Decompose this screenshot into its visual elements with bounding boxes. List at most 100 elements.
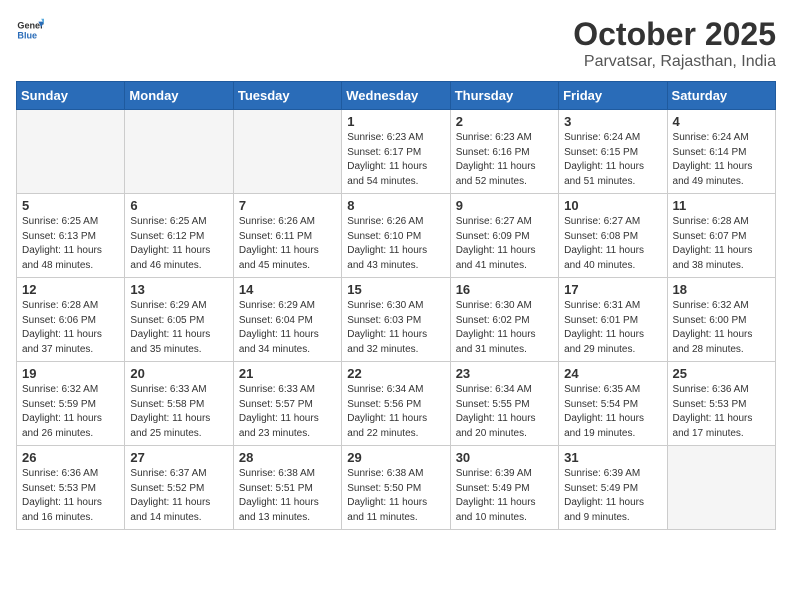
day-info: Sunrise: 6:24 AM Sunset: 6:14 PM Dayligh…	[673, 131, 770, 189]
day-number: 24	[564, 366, 661, 381]
header-tuesday: Tuesday	[233, 82, 341, 110]
calendar-week-row: 5Sunrise: 6:25 AM Sunset: 6:13 PM Daylig…	[17, 194, 776, 278]
day-info: Sunrise: 6:31 AM Sunset: 6:01 PM Dayligh…	[564, 299, 661, 357]
day-info: Sunrise: 6:30 AM Sunset: 6:03 PM Dayligh…	[347, 299, 444, 357]
day-number: 18	[673, 282, 770, 297]
table-row: 5Sunrise: 6:25 AM Sunset: 6:13 PM Daylig…	[17, 194, 125, 278]
day-info: Sunrise: 6:36 AM Sunset: 5:53 PM Dayligh…	[22, 467, 119, 525]
day-info: Sunrise: 6:38 AM Sunset: 5:50 PM Dayligh…	[347, 467, 444, 525]
table-row	[125, 110, 233, 194]
calendar-title: October 2025	[573, 16, 776, 53]
table-row: 21 Sunrise: 6:33 AM Sunset: 5:57 PM Dayli…	[233, 362, 341, 446]
page-header: General Blue October 2025 Parvatsar, Raj…	[16, 16, 776, 71]
table-row: 28 Sunrise: 6:38 AM Sunset: 5:51 PM Dayli…	[233, 446, 341, 530]
table-row: 18 Sunrise: 6:32 AM Sunset: 6:00 PM Dayli…	[667, 278, 775, 362]
table-row: 3 Sunrise: 6:24 AM Sunset: 6:15 PM Daylig…	[559, 110, 667, 194]
table-row: 11 Sunrise: 6:28 AM Sunset: 6:07 PM Dayli…	[667, 194, 775, 278]
day-info: Sunrise: 6:27 AM Sunset: 6:09 PM Dayligh…	[456, 215, 553, 273]
day-info: Sunrise: 6:23 AM Sunset: 6:17 PM Dayligh…	[347, 131, 444, 189]
day-number: 23	[456, 366, 553, 381]
day-info: Sunrise: 6:26 AM Sunset: 6:11 PM Dayligh…	[239, 215, 336, 273]
title-area: October 2025 Parvatsar, Rajasthan, India	[573, 16, 776, 71]
day-number: 7	[239, 198, 336, 213]
day-number: 4	[673, 114, 770, 129]
day-number: 17	[564, 282, 661, 297]
table-row	[17, 110, 125, 194]
day-number: 1	[347, 114, 444, 129]
table-row: 27 Sunrise: 6:37 AM Sunset: 5:52 PM Dayli…	[125, 446, 233, 530]
day-number: 25	[673, 366, 770, 381]
day-number: 2	[456, 114, 553, 129]
table-row: 8Sunrise: 6:26 AM Sunset: 6:10 PM Daylig…	[342, 194, 450, 278]
day-info: Sunrise: 6:35 AM Sunset: 5:54 PM Dayligh…	[564, 383, 661, 441]
day-number: 14	[239, 282, 336, 297]
day-info: Sunrise: 6:29 AM Sunset: 6:05 PM Dayligh…	[130, 299, 227, 357]
day-number: 3	[564, 114, 661, 129]
table-row	[667, 446, 775, 530]
day-number: 22	[347, 366, 444, 381]
header-saturday: Saturday	[667, 82, 775, 110]
day-info: Sunrise: 6:32 AM Sunset: 6:00 PM Dayligh…	[673, 299, 770, 357]
day-number: 26	[22, 450, 119, 465]
table-row: 2Sunrise: 6:23 AM Sunset: 6:16 PM Daylig…	[450, 110, 558, 194]
table-row: 1 Sunrise: 6:23 AM Sunset: 6:17 PM Daylig…	[342, 110, 450, 194]
day-info: Sunrise: 6:34 AM Sunset: 5:55 PM Dayligh…	[456, 383, 553, 441]
calendar-subtitle: Parvatsar, Rajasthan, India	[573, 53, 776, 71]
svg-text:Blue: Blue	[17, 30, 37, 40]
header-monday: Monday	[125, 82, 233, 110]
table-row: 9 Sunrise: 6:27 AM Sunset: 6:09 PM Daylig…	[450, 194, 558, 278]
table-row: 29 Sunrise: 6:38 AM Sunset: 5:50 PM Dayli…	[342, 446, 450, 530]
day-info: Sunrise: 6:27 AM Sunset: 6:08 PM Dayligh…	[564, 215, 661, 273]
day-info: Sunrise: 6:34 AM Sunset: 5:56 PM Dayligh…	[347, 383, 444, 441]
header-friday: Friday	[559, 82, 667, 110]
logo: General Blue	[16, 16, 44, 44]
day-info: Sunrise: 6:33 AM Sunset: 5:58 PM Dayligh…	[130, 383, 227, 441]
day-number: 16	[456, 282, 553, 297]
weekday-header-row: Sunday Monday Tuesday Wednesday Thursday…	[17, 82, 776, 110]
table-row: 31 Sunrise: 6:39 AM Sunset: 5:49 PM Dayli…	[559, 446, 667, 530]
day-info: Sunrise: 6:38 AM Sunset: 5:51 PM Dayligh…	[239, 467, 336, 525]
day-info: Sunrise: 6:25 AM Sunset: 6:13 PM Dayligh…	[22, 215, 119, 273]
day-number: 31	[564, 450, 661, 465]
day-number: 13	[130, 282, 227, 297]
calendar-table: Sunday Monday Tuesday Wednesday Thursday…	[16, 81, 776, 530]
day-number: 8	[347, 198, 444, 213]
table-row: 10 Sunrise: 6:27 AM Sunset: 6:08 PM Dayli…	[559, 194, 667, 278]
day-number: 9	[456, 198, 553, 213]
day-number: 28	[239, 450, 336, 465]
day-info: Sunrise: 6:28 AM Sunset: 6:06 PM Dayligh…	[22, 299, 119, 357]
day-number: 21	[239, 366, 336, 381]
day-number: 19	[22, 366, 119, 381]
day-info: Sunrise: 6:28 AM Sunset: 6:07 PM Dayligh…	[673, 215, 770, 273]
day-number: 11	[673, 198, 770, 213]
table-row: 20Sunrise: 6:33 AM Sunset: 5:58 PM Dayli…	[125, 362, 233, 446]
day-number: 29	[347, 450, 444, 465]
day-number: 6	[130, 198, 227, 213]
table-row: 14Sunrise: 6:29 AM Sunset: 6:04 PM Dayli…	[233, 278, 341, 362]
table-row: 23 Sunrise: 6:34 AM Sunset: 5:55 PM Dayli…	[450, 362, 558, 446]
day-info: Sunrise: 6:25 AM Sunset: 6:12 PM Dayligh…	[130, 215, 227, 273]
calendar-week-row: 12 Sunrise: 6:28 AM Sunset: 6:06 PM Dayli…	[17, 278, 776, 362]
day-info: Sunrise: 6:24 AM Sunset: 6:15 PM Dayligh…	[564, 131, 661, 189]
day-info: Sunrise: 6:37 AM Sunset: 5:52 PM Dayligh…	[130, 467, 227, 525]
day-info: Sunrise: 6:39 AM Sunset: 5:49 PM Dayligh…	[564, 467, 661, 525]
calendar-week-row: 26 Sunrise: 6:36 AM Sunset: 5:53 PM Dayli…	[17, 446, 776, 530]
table-row: 17 Sunrise: 6:31 AM Sunset: 6:01 PM Dayli…	[559, 278, 667, 362]
table-row: 16 Sunrise: 6:30 AM Sunset: 6:02 PM Dayli…	[450, 278, 558, 362]
table-row: 7 Sunrise: 6:26 AM Sunset: 6:11 PM Daylig…	[233, 194, 341, 278]
table-row: 4 Sunrise: 6:24 AM Sunset: 6:14 PM Daylig…	[667, 110, 775, 194]
day-info: Sunrise: 6:30 AM Sunset: 6:02 PM Dayligh…	[456, 299, 553, 357]
day-number: 10	[564, 198, 661, 213]
day-number: 27	[130, 450, 227, 465]
day-info: Sunrise: 6:32 AM Sunset: 5:59 PM Dayligh…	[22, 383, 119, 441]
table-row: 30Sunrise: 6:39 AM Sunset: 5:49 PM Dayli…	[450, 446, 558, 530]
calendar-week-row: 19 Sunrise: 6:32 AM Sunset: 5:59 PM Dayli…	[17, 362, 776, 446]
table-row: 12 Sunrise: 6:28 AM Sunset: 6:06 PM Dayli…	[17, 278, 125, 362]
table-row: 22 Sunrise: 6:34 AM Sunset: 5:56 PM Dayli…	[342, 362, 450, 446]
table-row: 15Sunrise: 6:30 AM Sunset: 6:03 PM Dayli…	[342, 278, 450, 362]
day-info: Sunrise: 6:33 AM Sunset: 5:57 PM Dayligh…	[239, 383, 336, 441]
day-number: 12	[22, 282, 119, 297]
calendar-week-row: 1 Sunrise: 6:23 AM Sunset: 6:17 PM Daylig…	[17, 110, 776, 194]
day-number: 30	[456, 450, 553, 465]
day-info: Sunrise: 6:36 AM Sunset: 5:53 PM Dayligh…	[673, 383, 770, 441]
